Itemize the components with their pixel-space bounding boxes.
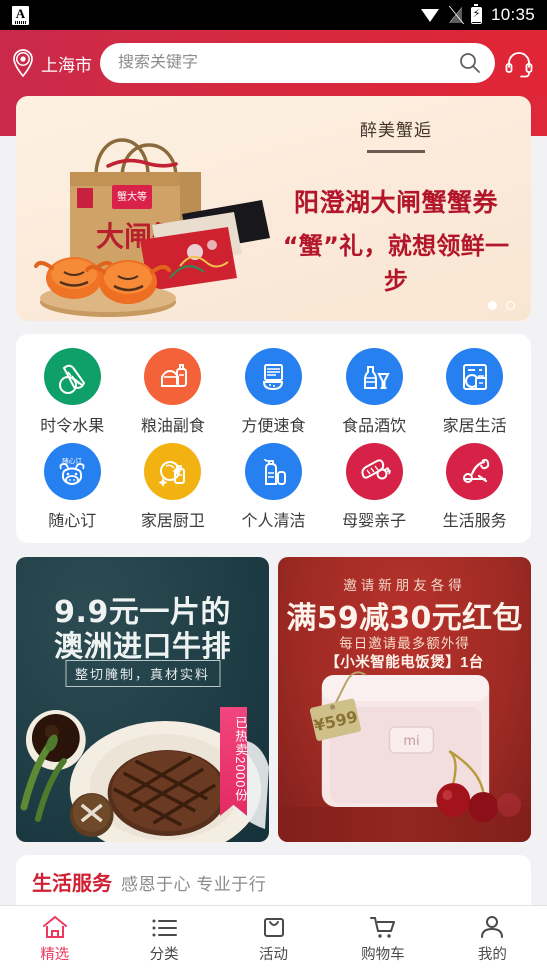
location-pin-icon (10, 48, 36, 78)
banner-text-block: 醉美蟹逅 阳澄湖大闸蟹蟹券 “蟹”礼，就想领鲜一步 (277, 116, 515, 296)
category-label: 随心订 (48, 513, 97, 530)
svg-text:mi: mi (403, 734, 419, 749)
status-bar-clock: 10:35 (490, 5, 535, 24)
instant-food-icon (244, 348, 302, 405)
bottom-tab-bar: 精选 分类 活动 购物车 我的 (0, 905, 547, 972)
location-label: 上海市 (41, 55, 92, 75)
home-icon (42, 915, 67, 938)
category-label: 母婴亲子 (342, 513, 407, 530)
category-label: 个人清洁 (241, 513, 306, 530)
category-label: 方便速食 (241, 418, 306, 435)
tab-label: 精选 (40, 947, 70, 963)
life-service-section-header: 生活服务 感恩于心 专业于行 (16, 855, 531, 912)
tab-categories[interactable]: 分类 (109, 906, 218, 972)
banner-subheadline: “蟹”礼，就想领鲜一步 (282, 232, 510, 295)
wifi-icon (420, 8, 440, 22)
category-item-life-service[interactable]: 生活服务 (424, 443, 525, 531)
headset-icon[interactable] (503, 47, 535, 79)
oil-grain-icon (144, 348, 202, 405)
banner-headline: 阳澄湖大闸蟹蟹券 (293, 188, 498, 217)
promo-note-line2: 【小米智能电饭煲】1台 (325, 655, 484, 671)
list-icon (152, 919, 178, 937)
search-input[interactable] (118, 54, 459, 72)
tab-profile[interactable]: 我的 (438, 906, 547, 972)
promo-note-line1: 每日邀请最多额外得 (339, 636, 470, 651)
tab-label: 活动 (259, 947, 289, 963)
category-label: 生活服务 (442, 513, 507, 530)
category-grid: 时令水果 粮油副食 方便速食 食品酒饮 家居生活 随心订 随心订 家居厨卫 个人… (16, 334, 531, 543)
category-label: 家居厨卫 (140, 513, 205, 530)
drinks-icon (345, 348, 403, 405)
baby-bottle-icon (345, 443, 403, 500)
svg-text:蟹大等: 蟹大等 (117, 190, 147, 203)
search-bar[interactable] (100, 43, 495, 83)
cow-subscription-icon: 随心订 (43, 443, 101, 500)
promo-eyebrow: 邀请新朋友各得 (343, 578, 466, 593)
app-header: 上海市 (0, 30, 547, 96)
banner-pagination[interactable] (488, 301, 515, 310)
category-item-instant-food[interactable]: 方便速食 (223, 348, 324, 436)
user-icon (481, 916, 504, 938)
banner-dot-2[interactable] (506, 301, 515, 310)
category-item-grain-oil[interactable]: 粮油副食 (123, 348, 224, 436)
promo-card-steak[interactable]: 9.9元一片的 澳洲进口牛排 整切腌制，真材实料 已热卖2000份 (16, 557, 269, 842)
banner-kicker: 醉美蟹逅 (360, 121, 432, 140)
category-label: 时令水果 (40, 418, 105, 435)
home-appliance-icon (446, 348, 504, 405)
faucet-repair-icon (446, 443, 504, 500)
search-icon[interactable] (459, 52, 481, 74)
promo-subtitle: 整切腌制，真材实料 (64, 660, 221, 687)
category-label: 粮油副食 (140, 418, 205, 435)
hero-banner[interactable]: 蟹大等 大闸蟹 醉美蟹逅 阳澄湖大闸蟹蟹券 “蟹”礼，就想领鲜一步 (16, 96, 531, 321)
promo-title: 满59减30元红包 (286, 601, 523, 636)
status-bar-left: A (12, 5, 29, 25)
category-label: 食品酒饮 (342, 418, 407, 435)
category-item-home-living[interactable]: 家居生活 (424, 348, 525, 436)
tab-label: 购物车 (361, 947, 405, 963)
crab-gift-box-image: 蟹大等 大闸蟹 (30, 106, 280, 321)
section-title: 生活服务 (32, 873, 112, 895)
vegetable-icon (43, 348, 101, 405)
promo-title-line2: 澳洲进口牛排 (53, 629, 231, 663)
bag-icon (263, 918, 284, 937)
status-bar-right: 10:35 (420, 3, 535, 25)
cart-icon (369, 917, 395, 938)
tab-activity[interactable]: 活动 (219, 906, 328, 972)
promo-card-row: 9.9元一片的 澳洲进口牛排 整切腌制，真材实料 已热卖2000份 mi ¥59… (16, 557, 531, 842)
category-item-fruit[interactable]: 时令水果 (22, 348, 123, 436)
battery-charging-icon (470, 3, 482, 24)
status-bar: A 10:35 (0, 0, 547, 30)
category-item-personal-care[interactable]: 个人清洁 (223, 443, 324, 531)
personal-care-icon (244, 443, 302, 500)
category-label: 家居生活 (442, 418, 507, 435)
tab-label: 我的 (477, 947, 507, 963)
banner-divider (367, 150, 425, 153)
section-subtitle: 感恩于心 专业于行 (121, 875, 267, 894)
location-selector[interactable]: 上海市 (10, 48, 92, 78)
category-item-kitchen-bath[interactable]: 家居厨卫 (123, 443, 224, 531)
category-item-drinks[interactable]: 食品酒饮 (324, 348, 425, 436)
banner-dot-1[interactable] (488, 301, 497, 310)
tab-label: 分类 (149, 947, 179, 963)
letter-a-icon: A (12, 5, 29, 25)
tab-featured[interactable]: 精选 (0, 906, 109, 972)
page-scroll-area[interactable]: 蟹大等 大闸蟹 醉美蟹逅 阳澄湖大闸蟹蟹券 “蟹”礼，就想领鲜一步 时令水果 粮… (0, 96, 547, 912)
cleaning-spray-icon (144, 443, 202, 500)
promo-sales-ribbon: 已热卖2000份 (220, 707, 247, 816)
tab-cart[interactable]: 购物车 (328, 906, 437, 972)
category-item-mother-baby[interactable]: 母婴亲子 (324, 443, 425, 531)
signal-off-icon (449, 7, 462, 23)
promo-card-invite[interactable]: mi ¥599 邀请新朋友各得 满59减30元红包 每日邀请最多额外得 【小米智… (278, 557, 531, 842)
category-item-subscription[interactable]: 随心订 随心订 (22, 443, 123, 531)
